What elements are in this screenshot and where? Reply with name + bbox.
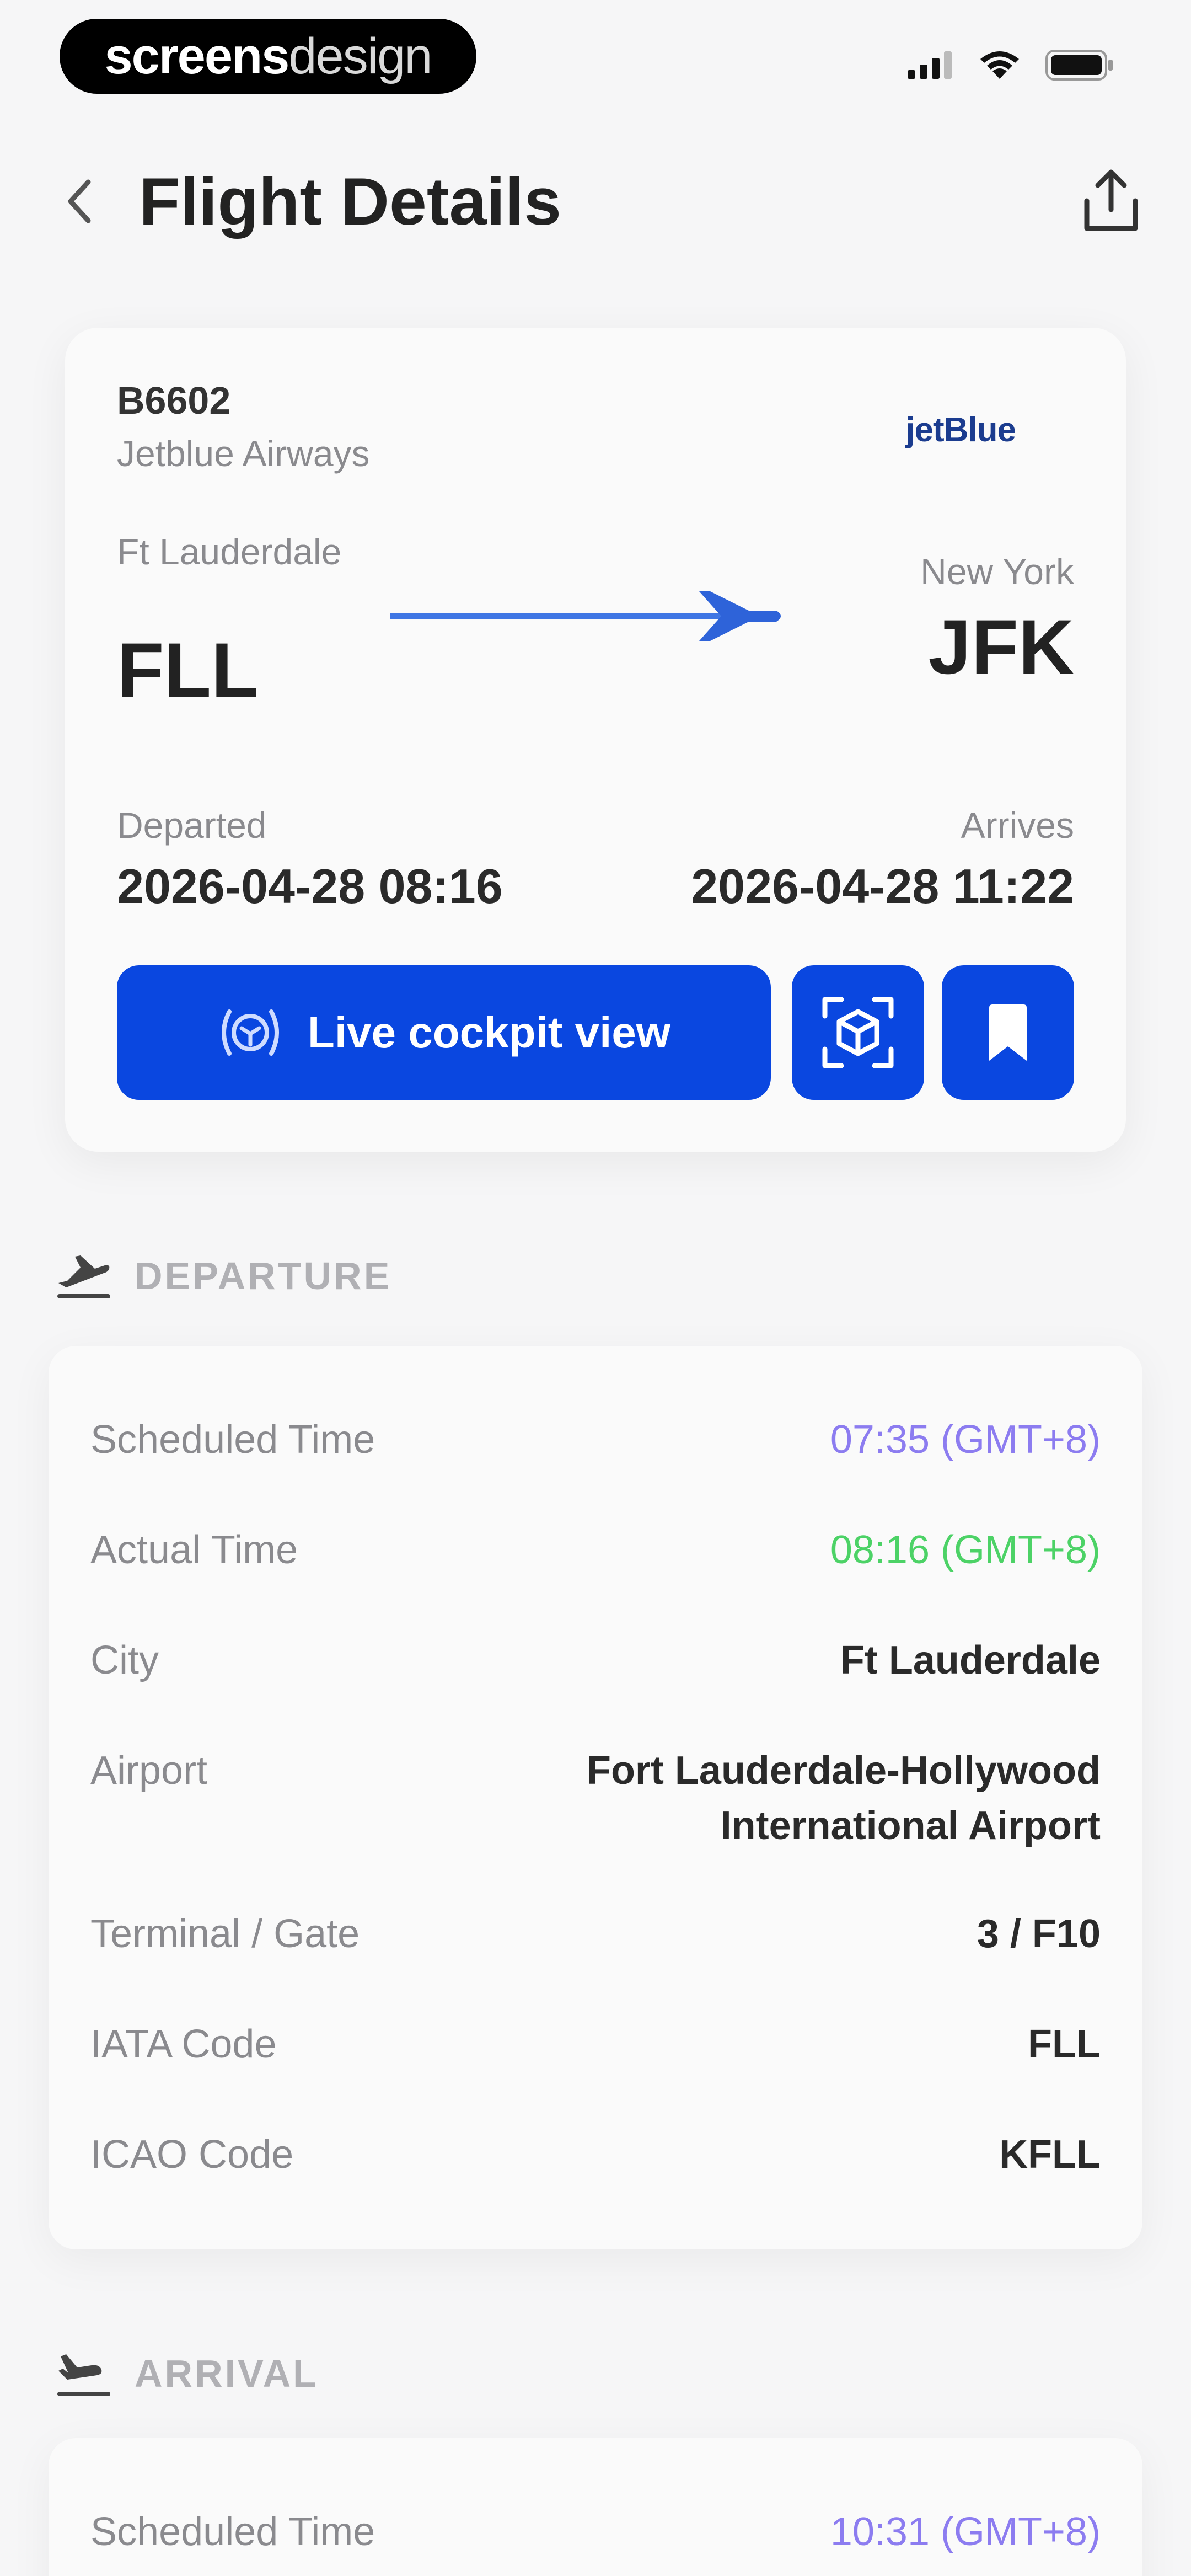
wifi-icon [980, 51, 1019, 79]
arrives-label: Arrives [961, 805, 1074, 846]
bookmark-button[interactable] [942, 965, 1074, 1100]
signal-icon [908, 51, 952, 79]
battery-icon [1045, 50, 1113, 81]
detail-value: Fort Lauderdale-Hollywood International … [586, 1749, 1101, 1848]
detail-value: 10:31 (GMT+8) [830, 2510, 1101, 2554]
detail-label: Terminal / Gate [90, 1912, 360, 1956]
detail-value: FLL [1028, 2022, 1101, 2066]
status-bar: screens design [0, 0, 1191, 116]
detail-row: City Ft Lauderdale [90, 1633, 1101, 1688]
plane-takeoff-icon [57, 1255, 110, 1298]
origin-city: Ft Lauderdale [117, 531, 342, 572]
detail-value: 07:35 (GMT+8) [830, 1418, 1101, 1462]
detail-row: Scheduled Time 07:35 (GMT+8) [90, 1412, 1101, 1467]
brand-badge: screens design [60, 19, 476, 94]
live-cockpit-label: Live cockpit view [307, 1008, 671, 1057]
detail-label: Scheduled Time [90, 1418, 375, 1462]
detail-value: KFLL [999, 2133, 1101, 2177]
detail-label: Scheduled Time [90, 2510, 375, 2554]
ar-cube-icon [822, 997, 894, 1068]
flight-details-screen: screens design Flight Details B6602 Jetb… [0, 0, 1191, 2576]
arrives-time: 2026-04-28 11:22 [691, 859, 1074, 913]
detail-label: ICAO Code [90, 2133, 294, 2177]
plane-landing-icon [57, 2354, 110, 2396]
brand-bold-text: screens [104, 28, 290, 84]
destination-city: New York [920, 551, 1074, 592]
detail-row: ICAO Code KFLL [90, 2127, 1101, 2182]
back-button[interactable] [49, 165, 109, 237]
airline-name: Jetblue Airways [117, 433, 370, 474]
brand-light-text: design [288, 28, 432, 84]
detail-value: Ft Lauderdale [840, 1638, 1101, 1682]
destination-code: JFK [928, 603, 1074, 690]
detail-row: Actual Time 08:16 (GMT+8) [90, 1522, 1101, 1578]
detail-label: Airport [90, 1749, 208, 1793]
bookmark-icon [989, 1004, 1027, 1061]
detail-row: Scheduled Time 10:31 (GMT+8) [90, 2504, 1101, 2559]
departed-label: Departed [117, 805, 267, 846]
departed-time: 2026-04-28 08:16 [117, 859, 503, 913]
arrival-section-header: ARRIVAL [55, 2349, 319, 2398]
detail-row: IATA Code FLL [90, 2017, 1101, 2072]
share-button[interactable] [1075, 162, 1147, 239]
flight-route-icon [390, 591, 781, 641]
flight-summary-card: B6602 Jetblue Airways jetBlue Ft Lauderd… [65, 328, 1126, 1152]
chevron-left-icon [68, 179, 91, 223]
departure-section-header: DEPARTURE [55, 1251, 391, 1301]
detail-label: Actual Time [90, 1528, 298, 1572]
departure-details-card: Scheduled Time 07:35 (GMT+8) Actual Time… [49, 1346, 1142, 2249]
detail-label: IATA Code [90, 2022, 277, 2066]
live-broadcast-icon [221, 1009, 279, 1056]
detail-label: City [90, 1638, 159, 1682]
detail-value: 08:16 (GMT+8) [830, 1528, 1101, 1572]
flight-number: B6602 [117, 379, 231, 422]
origin-code: FLL [117, 627, 259, 713]
action-buttons: Live cockpit view [117, 965, 1074, 1100]
detail-row: Airport Fort Lauderdale-Hollywood Intern… [90, 1743, 1101, 1853]
page-title: Flight Details [139, 164, 561, 239]
detail-row: Terminal / Gate 3 / F10 [90, 1906, 1101, 1962]
departure-section-title: DEPARTURE [135, 1254, 392, 1297]
detail-value: 3 / F10 [977, 1912, 1101, 1956]
page-header: Flight Details [0, 138, 1191, 265]
live-cockpit-button[interactable]: Live cockpit view [117, 965, 771, 1100]
airline-logo: jetBlue [905, 411, 1016, 449]
share-icon [1084, 169, 1138, 231]
status-icons [908, 50, 1114, 81]
ar-view-button[interactable] [792, 965, 924, 1100]
arrival-section-title: ARRIVAL [135, 2352, 319, 2395]
arrival-details-card: Scheduled Time 10:31 (GMT+8) [49, 2438, 1142, 2576]
